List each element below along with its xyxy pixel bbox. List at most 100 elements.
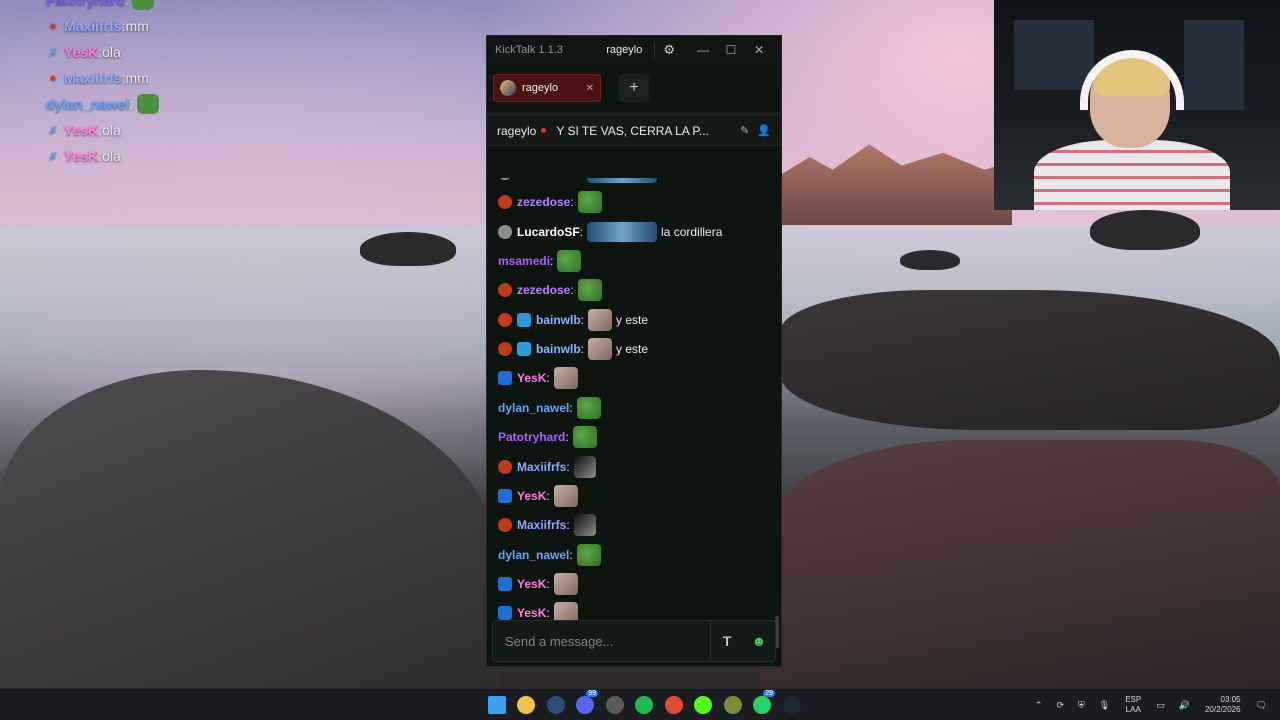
cat-emote-icon — [553, 367, 578, 390]
sync-icon[interactable]: ⟳ — [1056, 700, 1064, 711]
wallpaper-rock — [0, 370, 500, 700]
chat-separator: : — [580, 178, 583, 180]
steam-icon-2[interactable] — [777, 689, 807, 720]
steam-icon-2-glyph — [782, 696, 801, 714]
overlay-chat: Patotryhard: ● Maxiifrfs: mm ✗ YesK: ola ● Ma… — [46, 0, 306, 169]
file-explorer-icon[interactable] — [512, 689, 542, 720]
overlay-chat-line: ✗ YesK: ola — [46, 117, 306, 143]
overlay-username: Maxiifrfs — [64, 18, 122, 34]
chat-message[interactable]: YesK: — [498, 601, 582, 622]
chat-username[interactable]: zezedose — [517, 283, 570, 297]
webcam-headphones — [1080, 50, 1184, 110]
subscriber-badge-icon — [498, 459, 512, 474]
chat-message[interactable]: dylan_nawel: — [498, 396, 605, 420]
chat-message[interactable]: bainwlb: y este — [498, 337, 648, 361]
chat-username[interactable]: bainwlb — [536, 342, 581, 356]
maximize-button[interactable]: ☐ — [717, 43, 745, 57]
chat-message[interactable]: bainwlb: y este — [498, 308, 648, 332]
chevron-up-icon[interactable]: ⌃ — [1035, 700, 1043, 711]
steam-icon[interactable] — [541, 689, 571, 720]
webcam-window — [1184, 20, 1244, 110]
overlay-chat-line: Patotryhard: — [46, 0, 306, 13]
chat-messages[interactable]: LucardoSF:la cordillerazezedose:LucardoS… — [487, 178, 781, 622]
chat-username[interactable]: Patotryhard — [498, 430, 565, 444]
overlay-username: YesK — [64, 122, 99, 138]
chat-message[interactable]: Maxiifrfs: — [498, 455, 600, 479]
chat-message[interactable]: LucardoSF: la cordillera — [498, 178, 722, 185]
chat-message[interactable]: YesK: — [498, 572, 582, 596]
discord-icon[interactable]: 99 — [571, 689, 601, 720]
overlay-username: YesK — [64, 44, 99, 60]
notification-count-badge: 99 — [586, 690, 598, 697]
chat-message[interactable]: zezedose: — [498, 190, 606, 214]
red-badge-icon: ● — [49, 20, 57, 32]
chat-separator: : — [546, 576, 550, 591]
chat-username[interactable]: LucardoSF — [517, 225, 580, 239]
close-icon[interactable]: ✕ — [586, 83, 594, 94]
chat-username[interactable]: zezedose — [517, 195, 570, 209]
chat-message-text: y este — [616, 312, 649, 327]
microphone-icon[interactable]: 🎙 — [1099, 700, 1110, 711]
translate-icon[interactable]: T — [711, 633, 743, 649]
chat-username[interactable]: Maxiifrfs — [517, 518, 566, 532]
stream-info-bar: rageylo Y SI TE VAS, CERRA LA P... ✎ 👤 — [487, 116, 781, 146]
language-indicator[interactable]: ESP LAA — [1125, 695, 1141, 715]
chat-separator: : — [550, 254, 554, 269]
pin-icon[interactable]: ✎ — [740, 124, 749, 137]
chat-message[interactable]: Patotryhard: — [498, 425, 601, 449]
chat-username[interactable]: msamedi — [498, 254, 550, 268]
wallpaper-rock — [1090, 210, 1200, 250]
steam-icon-glyph — [546, 696, 565, 714]
chat-username[interactable]: dylan_nawel — [498, 548, 569, 562]
network-icon[interactable]: ▭ — [1156, 700, 1165, 711]
minecraft-icon[interactable] — [718, 689, 748, 720]
chat-message[interactable]: YesK: — [498, 484, 582, 508]
tab-rageylo[interactable]: rageylo ✕ — [493, 74, 601, 102]
subscriber-badge-icon — [498, 518, 512, 533]
chat-username[interactable]: dylan_nawel — [498, 401, 569, 415]
chrome-icon[interactable] — [659, 689, 689, 720]
chat-username[interactable]: bainwlb — [536, 313, 581, 327]
chat-separator: : — [570, 283, 574, 298]
chat-username[interactable]: YesK — [517, 489, 546, 503]
current-user[interactable]: rageylo — [606, 44, 642, 56]
whatsapp-icon[interactable]: 29 — [748, 689, 778, 720]
spotify-icon[interactable] — [630, 689, 660, 720]
overlay-username: Maxiifrfs — [64, 70, 122, 86]
add-tab-button[interactable]: + — [619, 74, 649, 102]
chat-username[interactable]: LucardoSF — [517, 178, 580, 180]
chat-separator: : — [570, 195, 574, 210]
chat-message[interactable]: Maxiifrfs: — [498, 513, 600, 537]
chat-message[interactable]: msamedi: — [498, 249, 585, 273]
minimize-button[interactable]: — — [689, 43, 717, 57]
chat-separator: : — [569, 547, 573, 562]
chat-message[interactable]: LucardoSF: la cordillera — [498, 220, 722, 244]
security-icon[interactable]: ⛨ — [1078, 700, 1085, 711]
overlay-separator: : — [124, 0, 129, 8]
chat-username[interactable]: YesK — [517, 606, 546, 620]
keyboard-layout: LAA — [1125, 705, 1141, 714]
chat-username[interactable]: YesK — [517, 371, 546, 385]
user-icon[interactable]: 👤 — [757, 124, 771, 137]
chat-username[interactable]: Maxiifrfs — [517, 460, 566, 474]
chat-separator: : — [580, 342, 585, 357]
close-window-button[interactable]: ✕ — [745, 43, 773, 57]
message-input[interactable] — [493, 621, 711, 661]
moderator-badge-icon — [498, 178, 512, 180]
cat-emote-icon — [588, 338, 613, 361]
obs-icon[interactable] — [600, 689, 630, 720]
notification-icon[interactable]: 🗨 — [1256, 700, 1267, 711]
chat-username[interactable]: YesK — [517, 577, 546, 591]
chat-message[interactable]: zezedose: — [498, 278, 606, 302]
gear-icon[interactable]: ⚙ — [654, 42, 675, 58]
title-bar[interactable]: KickTalk 1.1.3 rageylo ⚙ — ☐ ✕ — [487, 36, 781, 64]
overlay-separator: : — [129, 96, 134, 112]
emoji-icon[interactable]: ☻ — [743, 633, 775, 649]
clock[interactable]: 03:05 20/2/2026 — [1205, 695, 1241, 715]
streamer-name[interactable]: rageylo — [497, 124, 536, 138]
chat-message[interactable]: YesK: — [498, 366, 582, 390]
kick-icon[interactable] — [689, 689, 719, 720]
chat-message[interactable]: dylan_nawel: — [498, 543, 605, 567]
volume-icon[interactable]: 🔊 — [1179, 700, 1190, 711]
windows-start-icon[interactable] — [482, 689, 512, 720]
